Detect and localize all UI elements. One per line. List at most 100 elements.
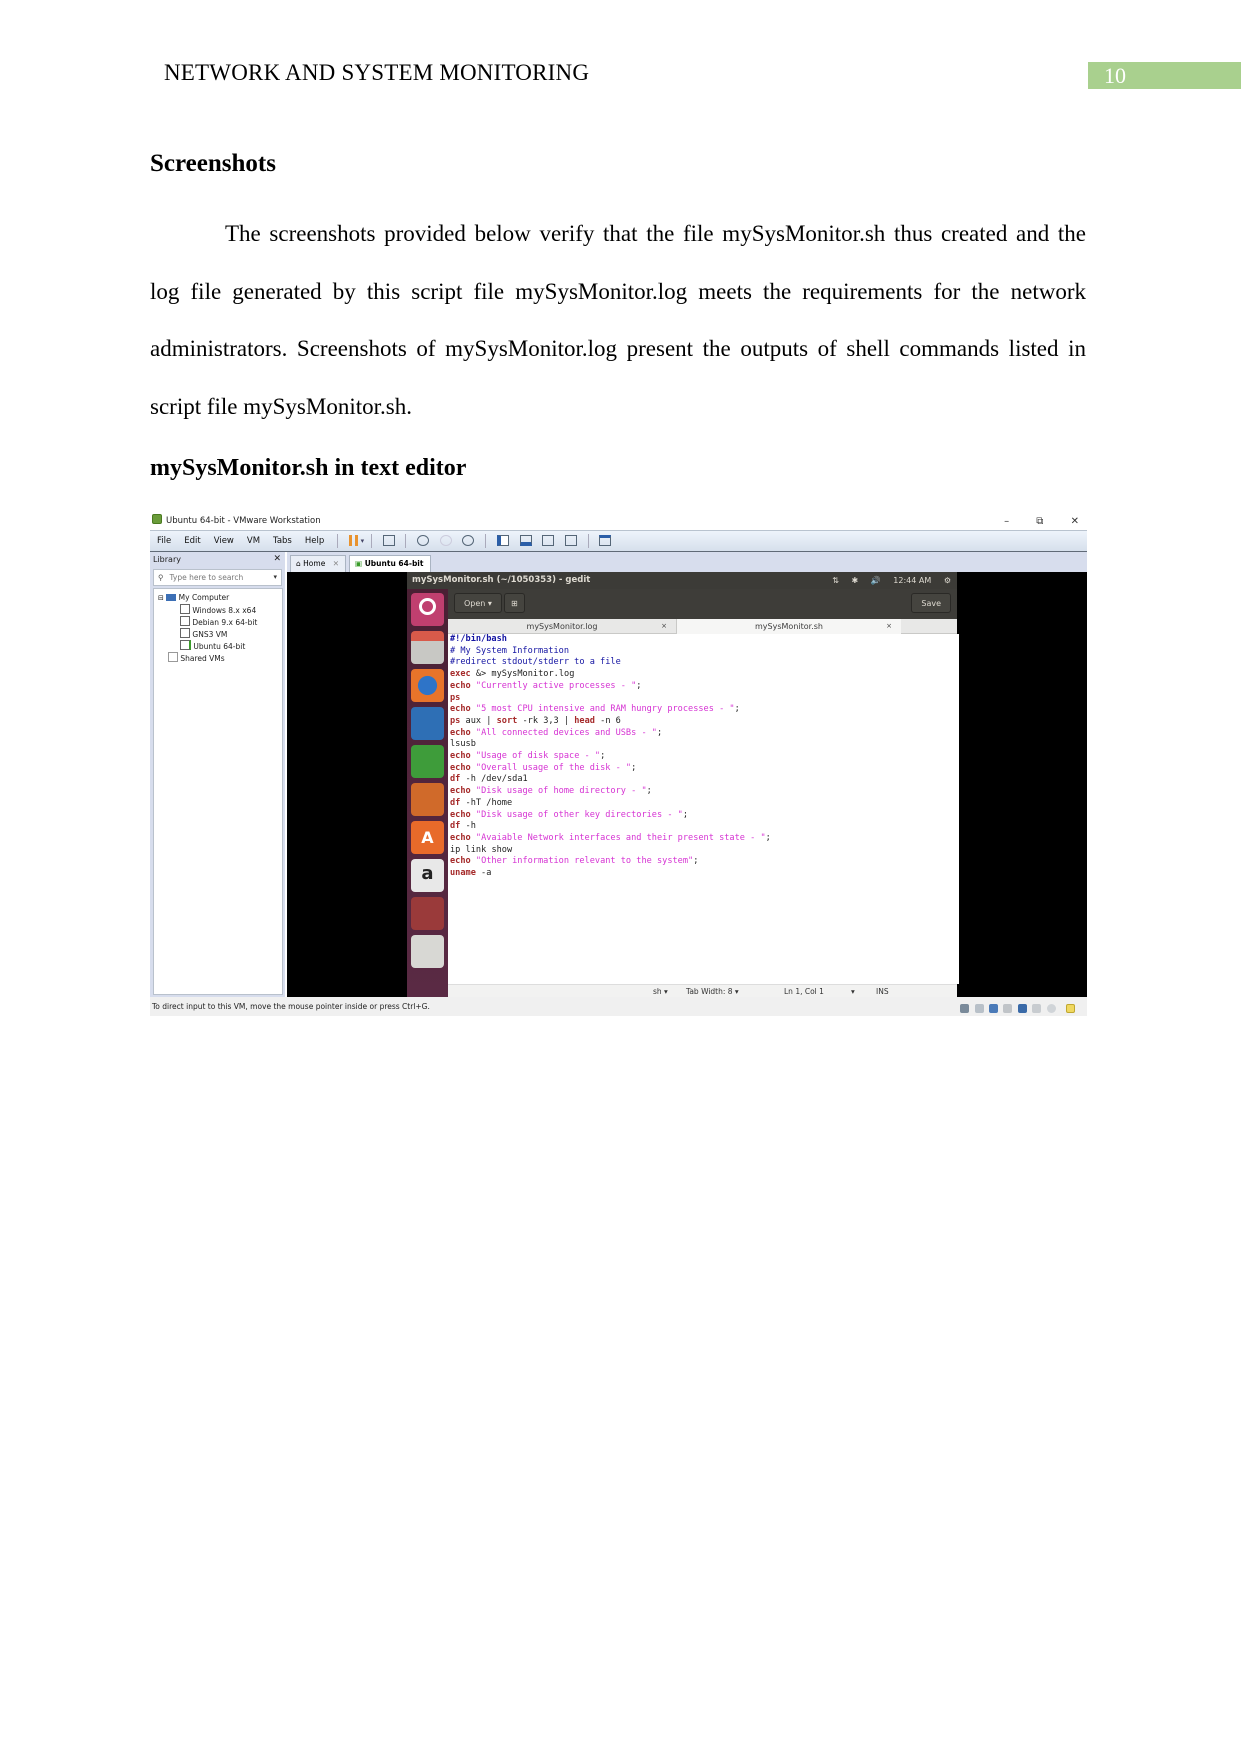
- clock[interactable]: 12:44 AM: [893, 576, 931, 585]
- gedit-window-title: mySysMonitor.sh (~/1050353) - gedit: [412, 575, 591, 585]
- tab-close-icon[interactable]: ×: [661, 619, 667, 634]
- vm-running-icon: [180, 640, 191, 650]
- code-line: df -h /dev/sda1: [450, 774, 528, 785]
- text-editor-icon[interactable]: [411, 935, 444, 968]
- section-heading: Screenshots: [150, 150, 276, 177]
- tab-close-icon[interactable]: ×: [886, 619, 892, 634]
- pause-dropdown-icon[interactable]: ▾: [361, 537, 365, 545]
- tree-item-vm[interactable]: Debian 9.x 64-bit: [154, 616, 282, 628]
- toolbar-divider: [370, 533, 372, 548]
- code-line: # My System Information: [450, 645, 569, 656]
- vmware-statusbar: To direct input to this VM, move the mou…: [150, 997, 1087, 1016]
- network-icon[interactable]: ⇅: [832, 576, 839, 585]
- thumbnail-bar-icon[interactable]: [519, 535, 532, 546]
- network-adapter-icon[interactable]: [989, 1004, 999, 1013]
- usb-icon[interactable]: [1032, 1004, 1042, 1013]
- show-library-icon[interactable]: [496, 535, 509, 546]
- tree-item-my-computer[interactable]: ⊟ My Computer: [154, 592, 282, 604]
- impress-icon[interactable]: [411, 783, 444, 816]
- search-icon: ⚲: [158, 573, 164, 582]
- bluetooth-icon[interactable]: ✱: [852, 576, 859, 585]
- shared-vms-icon: [168, 652, 178, 662]
- pause-icon[interactable]: [348, 535, 358, 546]
- menu-view[interactable]: View: [214, 531, 234, 552]
- toolbar-divider: [587, 533, 589, 548]
- amazon-icon[interactable]: a: [411, 859, 444, 892]
- toolbar-divider: [336, 533, 338, 548]
- menu-edit[interactable]: Edit: [184, 531, 200, 552]
- tab-log[interactable]: mySysMonitor.log ×: [448, 619, 677, 634]
- unity-launcher: A a: [407, 589, 448, 997]
- files-icon[interactable]: [411, 631, 444, 664]
- tree-item-vm[interactable]: GNS3 VM: [154, 628, 282, 640]
- calc-icon[interactable]: [411, 745, 444, 778]
- code-line: echo "Currently active processes - ";: [450, 680, 642, 691]
- code-line: echo "Overall usage of the disk - ";: [450, 762, 637, 773]
- vm-console[interactable]: mySysMonitor.sh (~/1050353) - gedit ⇅ ✱ …: [287, 572, 1087, 998]
- sound-icon[interactable]: [1017, 1004, 1027, 1013]
- software-center-icon[interactable]: A: [411, 821, 444, 854]
- writer-icon[interactable]: [411, 707, 444, 740]
- ubuntu-dash-icon[interactable]: [411, 593, 444, 626]
- unity-icon[interactable]: [564, 535, 577, 546]
- menu-file[interactable]: File: [157, 531, 171, 552]
- vmware-menubar: File Edit View VM Tabs Help ▾: [150, 530, 1087, 552]
- volume-icon[interactable]: 🔊: [871, 576, 881, 585]
- message-log-icon[interactable]: [1066, 1004, 1075, 1013]
- search-dropdown-icon[interactable]: ▾: [273, 570, 277, 585]
- webcam-icon[interactable]: [1046, 1004, 1056, 1013]
- menu-tabs[interactable]: Tabs: [273, 531, 292, 552]
- code-line: echo "Avaiable Network interfaces and th…: [450, 832, 771, 843]
- vm-icon: [180, 604, 190, 614]
- tab-home[interactable]: ⌂ Home ✕: [290, 555, 346, 572]
- full-screen-icon[interactable]: [542, 535, 555, 546]
- vm-tab-bar: ⌂ Home ✕ ▣ Ubuntu 64-bit ✕: [287, 552, 1087, 584]
- code-line: echo "Disk usage of other key directorie…: [450, 809, 689, 820]
- snapshot-manager-icon[interactable]: [462, 535, 475, 546]
- body-paragraph: The screenshots provided below verify th…: [150, 221, 1086, 419]
- collapse-icon[interactable]: ⊟: [158, 594, 164, 602]
- code-line: df -hT /home: [450, 797, 513, 808]
- tree-item-shared-vms[interactable]: Shared VMs: [154, 652, 282, 664]
- running-header: NETWORK AND SYSTEM MONITORING: [164, 60, 590, 85]
- tree-item-vm[interactable]: Windows 8.x x64: [154, 604, 282, 616]
- save-button[interactable]: Save: [911, 593, 951, 613]
- new-tab-button[interactable]: ⊞: [504, 593, 525, 613]
- gedit-window: Open ▾ ⊞ Save mySysMonitor.log × mySysMon…: [448, 589, 959, 998]
- library-close-icon[interactable]: ✕: [273, 554, 281, 564]
- printer-icon[interactable]: [1003, 1004, 1013, 1013]
- menu-help[interactable]: Help: [305, 531, 324, 552]
- code-line: #redirect stdout/stderr to a file: [450, 657, 621, 668]
- menu-vm[interactable]: VM: [247, 531, 260, 552]
- console-view-icon[interactable]: [599, 535, 612, 546]
- tab-close-icon[interactable]: ✕: [333, 559, 339, 568]
- hdd-icon[interactable]: [960, 1004, 970, 1013]
- search-placeholder: Type here to search: [169, 573, 244, 582]
- minimize-icon[interactable]: –: [1004, 516, 1009, 527]
- library-panel: Library ✕ ⚲ Type here to search ▾ ⊟ My Comp…: [150, 552, 285, 997]
- code-editor[interactable]: #!/bin/bash # My System Information #redir…: [448, 634, 959, 984]
- tab-ubuntu[interactable]: ▣ Ubuntu 64-bit ✕: [349, 555, 431, 584]
- toolbar-divider: [405, 533, 407, 548]
- tree-item-vm[interactable]: Ubuntu 64-bit: [154, 640, 282, 652]
- code-line: ip link show: [450, 844, 513, 855]
- page-number: 10: [1088, 62, 1241, 89]
- send-ctrl-alt-del-icon[interactable]: [382, 535, 395, 546]
- vm-tab-icon: ▣: [355, 559, 363, 568]
- ubuntu-top-panel: mySysMonitor.sh (~/1050353) - gedit ⇅ ✱ …: [407, 572, 957, 589]
- system-settings-icon[interactable]: [411, 897, 444, 930]
- gedit-headerbar: Open ▾ ⊞ Save: [448, 589, 957, 619]
- close-icon[interactable]: ✕: [1071, 516, 1079, 527]
- revert-snapshot-icon[interactable]: [439, 535, 452, 546]
- tab-sh[interactable]: mySysMonitor.sh ×: [677, 619, 901, 634]
- vmware-app-icon: [152, 514, 162, 524]
- open-button[interactable]: Open ▾: [454, 593, 502, 613]
- settings-gear-icon[interactable]: ⚙: [944, 576, 951, 585]
- computer-icon: [166, 594, 177, 601]
- snapshot-icon[interactable]: [416, 535, 429, 546]
- firefox-icon[interactable]: [411, 669, 444, 702]
- library-search-input[interactable]: ⚲ Type here to search ▾: [153, 569, 282, 586]
- restore-icon[interactable]: ⧉: [1036, 516, 1043, 527]
- subsection-heading: mySysMonitor.sh in text editor: [150, 455, 467, 481]
- cd-icon[interactable]: [974, 1004, 984, 1013]
